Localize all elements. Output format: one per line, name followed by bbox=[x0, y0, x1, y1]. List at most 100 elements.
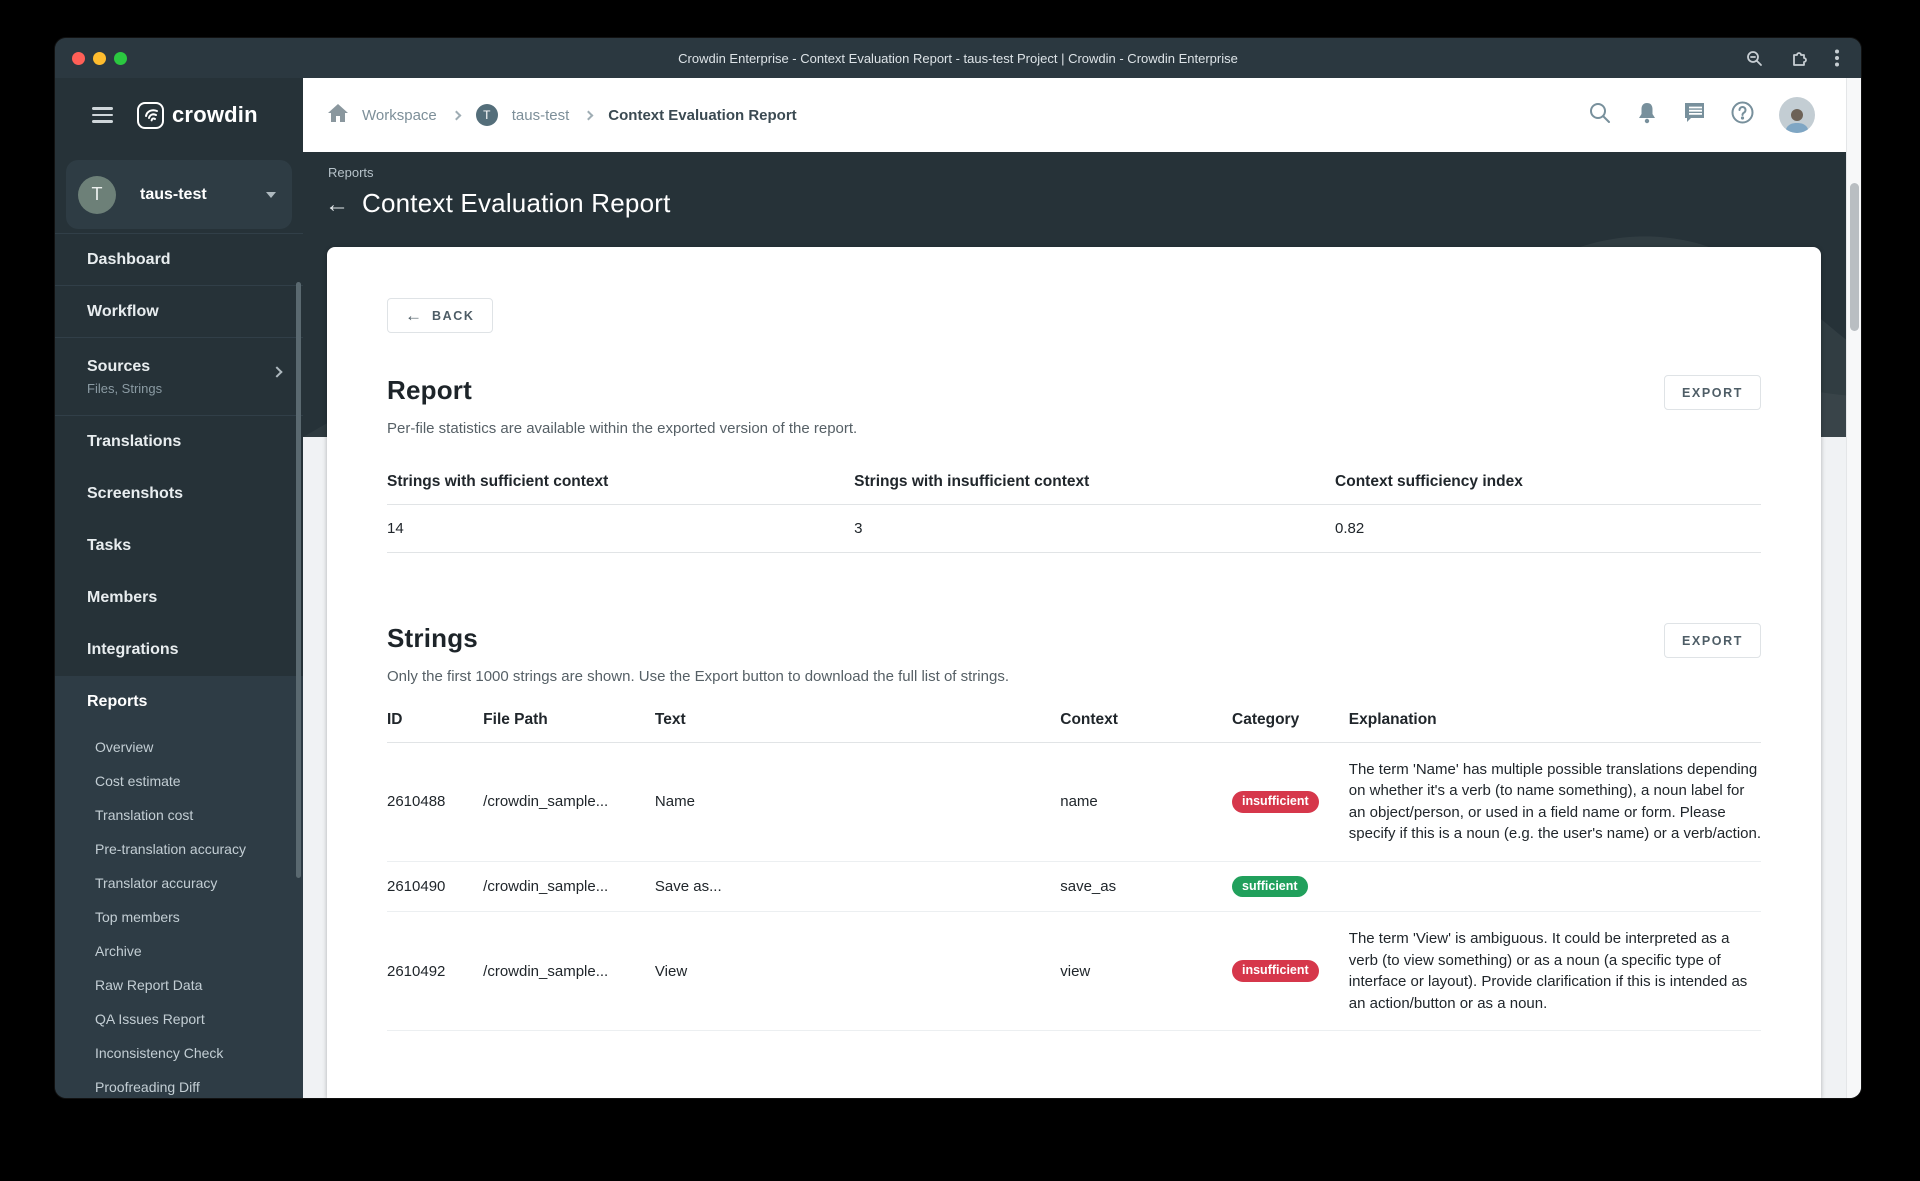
sidebar-item-label: Integrations bbox=[87, 641, 179, 658]
report-card: ← BACK Report EXPORT Per-file statistics… bbox=[327, 247, 1821, 1098]
sidebar-item-sublabel: Files, Strings bbox=[87, 380, 163, 396]
sidebar-subitem-translation-cost[interactable]: Translation cost bbox=[55, 798, 303, 832]
table-row: 2610490/crowdin_sample... Save as... save_… bbox=[387, 861, 1761, 913]
sidebar-item-screenshots[interactable]: Screenshots bbox=[55, 468, 303, 520]
sidebar-item-label: Screenshots bbox=[87, 485, 184, 502]
chat-message-icon[interactable] bbox=[1683, 102, 1706, 129]
category-badge: insufficient bbox=[1232, 960, 1319, 982]
stats-col-header: Strings with insufficient context bbox=[854, 473, 1336, 505]
sidebar-item-tasks[interactable]: Tasks bbox=[55, 520, 303, 572]
app-header: Workspace T taus-test Context Evaluation… bbox=[303, 78, 1861, 152]
cell-explanation bbox=[1348, 861, 1761, 913]
strings-section-subtitle: Only the first 1000 strings are shown. U… bbox=[387, 668, 1009, 685]
user-avatar[interactable] bbox=[1779, 97, 1815, 133]
sidebar-item-label: Dashboard bbox=[87, 250, 171, 268]
report-export-button[interactable]: EXPORT bbox=[1664, 375, 1761, 410]
cell-id: 2610490 bbox=[387, 861, 484, 913]
window-controls bbox=[72, 51, 127, 65]
breadcrumb: Workspace T taus-test Context Evaluation… bbox=[328, 103, 1589, 127]
sidebar-item-reports[interactable]: Reports bbox=[55, 676, 303, 728]
cell-file-path: /crowdin_sample... bbox=[483, 742, 655, 862]
back-button[interactable]: ← BACK bbox=[387, 298, 493, 333]
sidebar-subitem-cost-estimate[interactable]: Cost estimate bbox=[55, 764, 303, 798]
stats-col-header: Strings with sufficient context bbox=[387, 473, 855, 505]
cell-context: save_as bbox=[1060, 861, 1232, 913]
project-selector[interactable]: T taus-test bbox=[66, 160, 292, 229]
sidebar-item-members[interactable]: Members bbox=[55, 572, 303, 624]
strings-table-body: 2610488/crowdin_sample... Name name insuffi… bbox=[387, 742, 1761, 1031]
strings-col-id: ID bbox=[387, 711, 484, 743]
cell-category: sufficient bbox=[1232, 861, 1349, 913]
search-icon[interactable] bbox=[1589, 102, 1611, 129]
notifications-bell-icon[interactable] bbox=[1636, 102, 1658, 129]
cell-explanation: The term 'View' is ambiguous. It could b… bbox=[1348, 911, 1761, 1031]
breadcrumb-current-page: Context Evaluation Report bbox=[608, 106, 797, 124]
sidebar-subitem-top-members[interactable]: Top members bbox=[55, 900, 303, 934]
sidebar-item-integrations[interactable]: Integrations bbox=[55, 624, 303, 676]
browser-menu-kebab-icon[interactable] bbox=[1835, 49, 1839, 67]
table-row: 2610488/crowdin_sample... Name name insuffi… bbox=[387, 742, 1761, 862]
table-row: 2610492/crowdin_sample... View view insuffi… bbox=[387, 911, 1761, 1031]
sidebar-subitem-archive[interactable]: Archive bbox=[55, 934, 303, 968]
report-stats-table: Strings with sufficient context Strings … bbox=[387, 473, 1761, 553]
project-name: taus-test bbox=[140, 185, 207, 203]
zoom-window-button[interactable] bbox=[114, 51, 127, 65]
cell-file-path: /crowdin_sample... bbox=[483, 861, 655, 913]
cell-context: view bbox=[1060, 911, 1232, 1031]
sidebar-subitem-pre-translation-accuracy[interactable]: Pre-translation accuracy bbox=[55, 832, 303, 866]
category-badge: sufficient bbox=[1232, 875, 1308, 898]
chevron-right-icon bbox=[583, 110, 594, 120]
breadcrumb-project[interactable]: taus-test bbox=[512, 107, 570, 124]
sidebar-subitem-inconsistency-check[interactable]: Inconsistency Check bbox=[55, 1036, 303, 1070]
page-scrollbar-thumb[interactable] bbox=[1850, 183, 1859, 331]
sidebar-item-workflow[interactable]: Workflow bbox=[55, 286, 303, 338]
sidebar-item-label: Tasks bbox=[87, 537, 132, 554]
chevron-right-icon bbox=[451, 110, 462, 120]
hero-back-arrow-icon[interactable]: ← bbox=[325, 191, 349, 217]
cell-text: View bbox=[654, 911, 1061, 1031]
page-scrollbar[interactable] bbox=[1846, 78, 1861, 1098]
sidebar-subitem-translator-accuracy[interactable]: Translator accuracy bbox=[55, 866, 303, 900]
sidebar-subitem-proofreading-diff[interactable]: Proofreading Diff bbox=[55, 1070, 303, 1098]
sidebar-subitem-raw-report-data[interactable]: Raw Report Data bbox=[55, 968, 303, 1002]
minimize-window-button[interactable] bbox=[93, 51, 106, 65]
crowdin-logo-icon bbox=[137, 101, 164, 129]
sidebar-item-sources[interactable]: Sources Files, Strings bbox=[55, 338, 303, 416]
strings-col-category: Category bbox=[1232, 711, 1349, 743]
strings-export-button[interactable]: EXPORT bbox=[1664, 623, 1761, 658]
sidebar-subitem-overview[interactable]: Overview bbox=[55, 730, 303, 764]
sidebar-item-label: Translations bbox=[87, 433, 182, 450]
cell-text: Save as... bbox=[654, 861, 1061, 913]
cell-context: name bbox=[1060, 742, 1232, 862]
reports-subnav: Overview Cost estimate Translation cost Pre… bbox=[55, 728, 303, 1098]
sidebar-item-label: Workflow bbox=[87, 302, 159, 320]
extensions-puzzle-icon[interactable] bbox=[1790, 49, 1808, 67]
crowdin-logo[interactable]: crowdin bbox=[137, 101, 258, 129]
category-badge: insufficient bbox=[1232, 791, 1319, 813]
project-avatar: T bbox=[78, 175, 116, 214]
sidebar-subitem-qa-issues-report[interactable]: QA Issues Report bbox=[55, 1002, 303, 1036]
browser-zoom-icon[interactable] bbox=[1746, 50, 1763, 67]
strings-col-text: Text bbox=[654, 711, 1061, 743]
hamburger-menu-icon[interactable] bbox=[92, 107, 113, 123]
sidebar-scrollbar[interactable] bbox=[296, 282, 301, 878]
stat-sufficiency-index: 0.82 bbox=[1335, 504, 1761, 553]
breadcrumb-project-avatar[interactable]: T bbox=[475, 104, 498, 126]
strings-col-file-path: File Path bbox=[483, 711, 655, 743]
hero-eyebrow: Reports bbox=[328, 165, 374, 180]
window-titlebar: Crowdin Enterprise - Context Evaluation … bbox=[55, 38, 1861, 78]
help-icon[interactable] bbox=[1731, 101, 1754, 129]
window-title: Crowdin Enterprise - Context Evaluation … bbox=[678, 50, 1238, 66]
sidebar-reports-section: Reports Overview Cost estimate Translation… bbox=[55, 676, 303, 1098]
chevron-down-icon bbox=[266, 191, 276, 198]
cell-explanation: The term 'Name' has multiple possible tr… bbox=[1348, 742, 1761, 862]
stat-sufficient-count: 14 bbox=[387, 504, 855, 553]
sidebar-item-translations[interactable]: Translations bbox=[55, 416, 303, 468]
back-arrow-icon: ← bbox=[405, 305, 422, 325]
sidebar-item-dashboard[interactable]: Dashboard bbox=[55, 234, 303, 286]
cell-id: 2610488 bbox=[387, 742, 484, 862]
close-window-button[interactable] bbox=[72, 51, 85, 65]
breadcrumb-workspace[interactable]: Workspace bbox=[362, 107, 437, 124]
home-icon[interactable] bbox=[328, 103, 348, 127]
cell-category: insufficient bbox=[1232, 742, 1349, 862]
